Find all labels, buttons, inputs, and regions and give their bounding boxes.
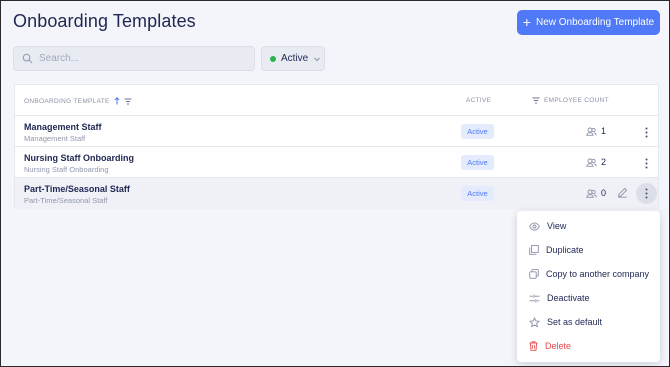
users-icon [586,158,597,167]
deactivate-icon [529,294,540,303]
employee-count-value: 2 [601,157,607,167]
active-status-dot [270,55,276,62]
menu-item-delete[interactable]: Delete [517,335,660,357]
menu-item-label: View [547,221,567,231]
search-icon [22,53,33,64]
column-header-active[interactable]: ACTIVE [466,97,491,104]
status-filter-label: Active [281,53,309,64]
template-title[interactable]: Management Staff [24,122,102,132]
users-icon [586,189,597,198]
employee-count-value: 0 [601,188,607,198]
menu-item-label: Delete [545,341,572,351]
template-title[interactable]: Part-Time/Seasonal Staff [24,184,130,194]
template-subtitle: Nursing Staff Onboarding [24,165,109,174]
new-button-label: New Onboarding Template [535,17,655,28]
copy-icon [529,269,539,279]
employee-count: 2 [586,157,606,167]
filter-icon[interactable] [532,97,540,104]
more-actions-icon[interactable] [636,183,657,204]
menu-item-duplicate[interactable]: Duplicate [517,239,660,261]
sort-ascending-icon[interactable] [114,97,120,105]
app-frame: Onboarding Templates + New Onboarding Te… [0,0,670,367]
status-badge: Active [461,155,494,170]
table-row[interactable]: Nursing Staff Onboarding Nursing Staff O… [15,147,658,178]
search-input[interactable] [39,53,239,64]
template-subtitle: Part-Time/Seasonal Staff [24,196,108,205]
page-title: Onboarding Templates [13,11,196,31]
menu-item-label: Set as default [547,317,603,327]
column-header-employee-count[interactable]: EMPLOYEE COUNT [532,97,609,104]
search-box[interactable] [13,46,255,71]
menu-item-view[interactable]: View [517,215,660,237]
menu-item-copy-to-another-company[interactable]: Copy to another company [517,263,660,285]
template-title[interactable]: Nursing Staff Onboarding [24,153,134,163]
row-actions-menu: View Duplicate Copy to another company D… [517,211,660,362]
menu-item-label: Deactivate [547,293,590,303]
chevron-down-icon [313,55,321,63]
menu-item-label: Duplicate [546,245,584,255]
menu-item-set-as-default[interactable]: Set as default [517,311,660,333]
table-row[interactable]: Part-Time/Seasonal Staff Part-Time/Seaso… [15,178,658,209]
users-icon [586,127,597,136]
employee-count: 0 [586,188,606,198]
status-filter-dropdown[interactable]: Active [261,46,325,71]
edit-pencil-icon[interactable] [617,187,628,198]
table-header: ONBOARDING TEMPLATE ACTIVE EMPLOYEE COUN… [15,85,658,116]
duplicate-icon [529,245,539,255]
menu-item-label: Copy to another company [546,269,650,279]
status-badge: Active [461,124,494,139]
column-header-template-label: ONBOARDING TEMPLATE [24,97,110,105]
status-badge: Active [461,186,494,201]
column-header-employee-count-label: EMPLOYEE COUNT [544,97,609,104]
table-row[interactable]: Management Staff Management Staff Active… [15,116,658,147]
eye-icon [529,221,540,231]
trash-icon [529,341,538,351]
plus-icon: + [522,14,531,30]
employee-count-value: 1 [601,126,607,136]
menu-item-deactivate[interactable]: Deactivate [517,287,660,309]
filter-icon[interactable] [124,98,132,105]
column-header-template[interactable]: ONBOARDING TEMPLATE [24,97,132,105]
more-actions-icon[interactable] [637,123,655,141]
employee-count: 1 [586,126,606,136]
templates-table: ONBOARDING TEMPLATE ACTIVE EMPLOYEE COUN… [14,84,659,209]
more-actions-icon[interactable] [637,154,655,172]
new-onboarding-template-button[interactable]: + New Onboarding Template [517,10,660,35]
star-icon [529,316,540,328]
template-subtitle: Management Staff [24,134,86,143]
